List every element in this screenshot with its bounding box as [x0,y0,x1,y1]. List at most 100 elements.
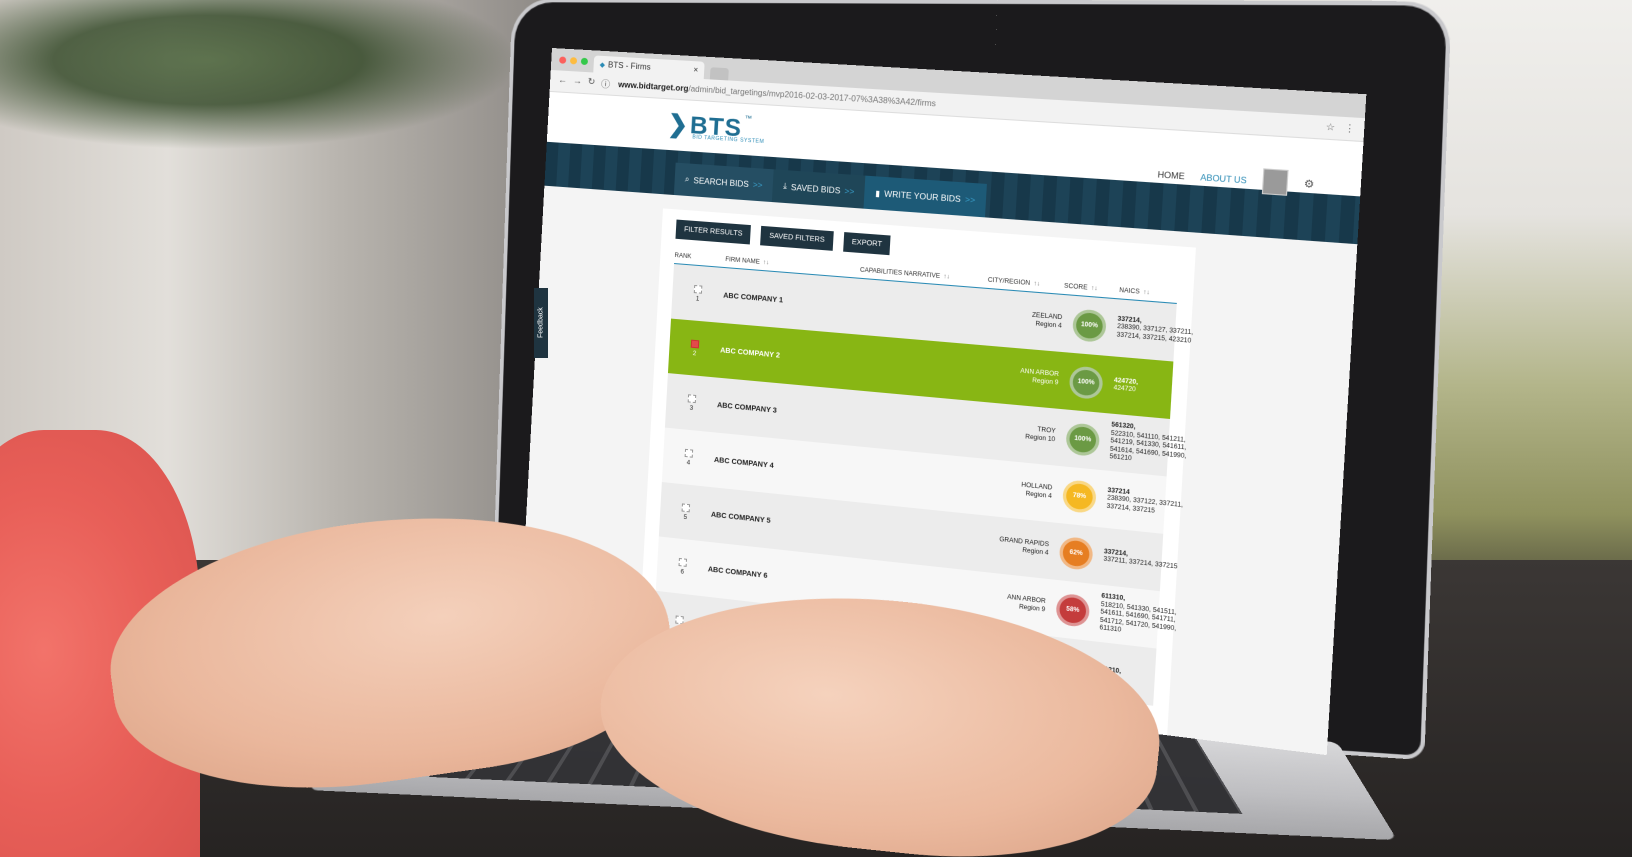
naics-cell: 424720, 424720 [1113,377,1192,400]
rank-cell: 2 [669,337,721,359]
city-region-cell: GRAND RAPIDS Region 4 [972,534,1049,558]
logo-chevron-icon: ❯ [667,112,689,138]
saved-filters-button[interactable]: SAVED FILTERS [760,226,833,251]
logo-subtitle: BID TARGETING SYSTEM [692,134,764,145]
rank-cell: 5 [660,501,712,524]
col-score[interactable]: SCORE ↑↓ [1064,283,1120,294]
close-window-icon[interactable] [559,56,566,63]
sort-icon[interactable]: ↑↓ [1033,281,1040,288]
search-bids-arrows: >> [753,180,763,190]
score-cell: 78% [1051,478,1108,515]
firm-name[interactable]: ABC COMPANY 1 [723,292,858,310]
rank-number: 2 [693,350,697,356]
browser-menu-icon[interactable]: ⋮ [1344,122,1355,135]
back-arrow-icon[interactable]: ← [558,74,568,88]
filter-results-button[interactable]: FILTER RESULTS [675,220,751,245]
col-city-region[interactable]: CITY/REGION ↑↓ [988,277,1065,289]
rank-cell: 3 [666,392,718,414]
site-favicon-icon: ◆ [599,60,605,68]
naics-list: 522310, 541110, 541211, 541219, 541330, … [1109,430,1189,469]
score-badge: 62% [1059,536,1094,571]
new-tab-button[interactable] [710,67,729,80]
row-checkbox[interactable] [688,394,697,403]
capabilities-cell [855,362,983,373]
logo-trademark: ™ [744,115,752,123]
city-region-cell: TROY Region 10 [979,422,1056,446]
city-region-cell: ZEELAND Region 4 [985,309,1062,332]
sort-icon[interactable]: ↑↓ [763,260,770,267]
city-region-cell: ANN ARBOR Region 9 [969,591,1046,616]
naics-cell: 337214, 337211, 337214, 337215 [1103,548,1182,572]
maximize-window-icon[interactable] [581,57,588,64]
col-firm-label: FIRM NAME [725,257,760,266]
reload-icon[interactable]: ↻ [587,76,595,89]
naics-cell: 561320, 522310, 541110, 541211, 541219, 5… [1109,422,1190,469]
capabilities-cell [852,418,980,430]
info-icon[interactable]: ⓘ [601,77,611,91]
search-icon: ⌕ [685,174,690,184]
score-badge: 100% [1069,365,1104,400]
score-cell: 100% [1061,308,1118,344]
tab-title: BTS - Firms [608,60,651,72]
rank-number: 5 [683,514,687,520]
row-checkbox[interactable] [682,503,691,512]
bookmark-star-icon[interactable]: ☆ [1325,121,1335,133]
col-score-label: SCORE [1064,283,1088,291]
row-checkbox[interactable] [679,557,688,566]
background-plant [0,0,520,150]
gear-icon[interactable]: ⚙ [1304,178,1315,191]
city-region-cell: HOLLAND Region 4 [975,478,1052,502]
sort-icon[interactable]: ↑↓ [1091,286,1098,293]
feedback-tab[interactable]: Feedback [534,288,548,358]
firm-name[interactable]: ABC COMPANY 4 [714,456,849,477]
rank-number: 3 [690,405,694,411]
col-naics[interactable]: NAICS ↑↓ [1119,288,1198,301]
naics-cell: 337214, 238390, 337127, 337211, 337214, 3… [1116,316,1196,346]
sort-icon[interactable]: ↑↓ [1143,290,1150,297]
score-badge: 58% [1055,593,1090,628]
nav-about-link[interactable]: ABOUT US [1200,172,1247,185]
score-cell: 58% [1044,591,1101,629]
naics-cell: 611310, 518210, 541330, 541511, 541611, 5… [1099,594,1179,642]
rank-number: 4 [686,460,690,466]
col-city-label: CITY/REGION [988,277,1031,287]
saved-bids-arrows: >> [844,186,854,196]
avatar[interactable] [1262,168,1289,196]
url-host: www.bidtarget.org [618,80,689,93]
firm-name[interactable]: ABC COMPANY 3 [717,402,852,422]
score-cell: 100% [1054,421,1111,458]
minimize-window-icon[interactable] [570,57,577,64]
firm-name[interactable]: ABC COMPANY 5 [711,511,846,532]
sort-icon[interactable]: ↑↓ [943,274,950,281]
score-badge: 100% [1065,422,1100,457]
saved-bids-label: SAVED BIDS [791,182,841,195]
nav-home-link[interactable]: HOME [1157,169,1184,180]
naics-cell: 337214 238390, 337122, 337211, 337214, 33… [1106,487,1186,519]
col-naics-label: NAICS [1119,288,1140,296]
download-icon: ⤓ [783,181,787,191]
capabilities-cell [848,473,976,486]
export-button[interactable]: EXPORT [843,232,891,255]
rank-cell: 6 [657,555,709,578]
window-controls [559,48,589,72]
firm-name[interactable]: ABC COMPANY 2 [720,347,855,366]
capabilities-cell [842,584,969,598]
col-capabilities-label: CAPABILITIES NARRATIVE [860,267,940,280]
score-badge: 100% [1072,309,1107,343]
tab-close-icon[interactable]: × [693,65,698,74]
firm-name[interactable]: ABC COMPANY 6 [708,566,843,588]
score-cell: 62% [1048,535,1105,572]
score-badge: 78% [1062,479,1097,514]
row-checkbox[interactable] [691,339,700,348]
write-bids-arrows: >> [965,195,976,205]
city-region-cell: ANN ARBOR Region 9 [982,365,1059,388]
document-icon: ▮ [875,188,880,198]
col-rank[interactable]: RANK [674,253,725,263]
row-checkbox[interactable] [685,448,694,457]
rank-number: 1 [696,296,700,302]
forward-arrow-icon[interactable]: → [573,75,583,89]
capabilities-cell [845,529,972,543]
rank-number: 6 [680,569,684,575]
row-checkbox[interactable] [694,284,703,293]
score-cell: 100% [1058,364,1115,401]
